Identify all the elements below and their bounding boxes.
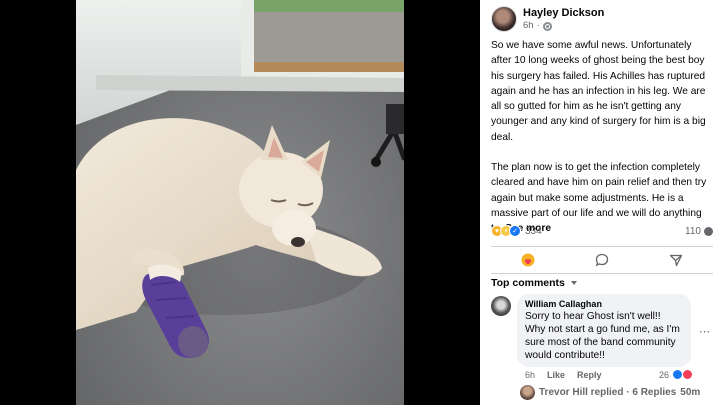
replies-link[interactable]: Trevor Hill replied · 6 Replies 50m [520,385,700,400]
post-panel: Hayley Dickson 6h · So we have some awfu… [480,0,720,405]
comment-time[interactable]: 6h [525,370,535,380]
comment-button[interactable] [572,249,632,271]
more-options-icon[interactable]: ⋯ [699,325,710,338]
action-bar [491,246,713,274]
post-header: Hayley Dickson 6h · [491,6,604,32]
post-paragraph-1: So we have some awful news. Unfortunatel… [491,40,706,143]
like-icon: ✓ [509,225,521,237]
author-name[interactable]: Hayley Dickson [523,7,604,20]
post-time-dot: · [536,20,540,31]
share-button[interactable] [646,249,706,271]
dog-photo-illustration [76,0,404,405]
comment-reply-button[interactable]: Reply [577,370,602,380]
replies-time: 50m [680,387,701,398]
post-photo[interactable] [76,0,404,405]
comment-count-text: 110 [685,225,701,237]
comment-author[interactable]: William Callaghan [525,298,683,310]
comment-reaction-count: 26 [658,369,669,380]
photo-viewer [0,0,480,405]
chevron-down-icon [570,281,577,285]
reaction-icons[interactable]: ♥ • ✓ 334 [491,225,542,237]
replies-text: Trevor Hill replied · 6 Replies [539,387,677,398]
post-body: So we have some awful news. Unfortunatel… [491,38,713,252]
share-icon [669,254,683,267]
author-avatar[interactable] [491,6,517,32]
care-react-icon [521,253,535,267]
comment-meta: 6h Like Reply 26 [525,369,693,380]
post-time-text[interactable]: 6h [523,20,534,32]
author-meta: Hayley Dickson 6h · [523,7,604,32]
comment-sort-label: Top comments [491,277,565,289]
comment-like-button[interactable]: Like [547,370,565,380]
comment-count[interactable]: 110 [685,226,713,237]
comment-bubble: William Callaghan Sorry to hear Ghost is… [517,294,691,367]
comment-text: Sorry to hear Ghost isn't well!! Why not… [525,311,680,361]
love-icon [682,369,693,380]
globe-icon [542,21,552,31]
care-react-button[interactable] [498,249,558,271]
comment-icon [595,253,609,267]
comment-count-icon [704,226,713,236]
commenter-avatar[interactable] [491,296,511,316]
post-timestamp: 6h · [523,20,604,32]
reply-author-avatar [520,385,535,400]
reaction-count[interactable]: 334 [525,226,542,237]
comment-sort-dropdown[interactable]: Top comments [491,277,577,289]
reactions-summary: ♥ • ✓ 334 110 [491,223,713,239]
comment-reactions[interactable]: 26 [659,369,693,380]
